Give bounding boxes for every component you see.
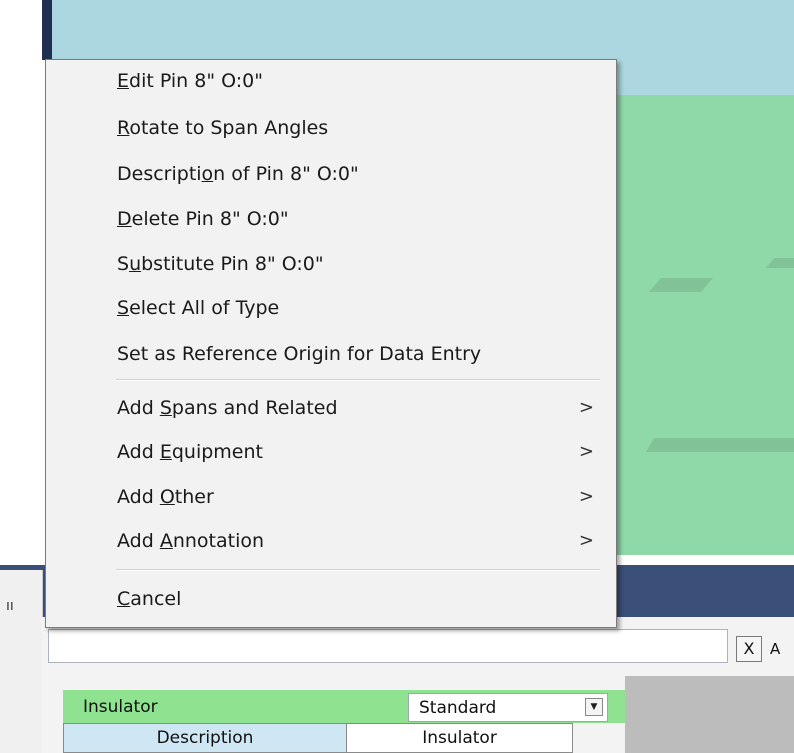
menu-item-label: Description of Pin 8" O:0" bbox=[117, 163, 359, 185]
menu-item-label: Rotate to Span Angles bbox=[117, 117, 329, 139]
menu-separator bbox=[116, 569, 600, 571]
mnemonic-letter: R bbox=[117, 117, 130, 139]
menu-item-label: Substitute Pin 8" O:0" bbox=[117, 253, 324, 275]
panel-tab-glyph: ıı bbox=[6, 598, 14, 614]
menu-item-label: Delete Pin 8" O:0" bbox=[117, 208, 289, 230]
dropdown-arrow-icon[interactable]: ▼ bbox=[585, 698, 603, 716]
chevron-right-icon: > bbox=[578, 486, 594, 507]
panel-left-tab[interactable]: ıı bbox=[0, 570, 43, 753]
view-frame-edge bbox=[42, 0, 52, 60]
menu-item-label: Select All of Type bbox=[117, 297, 280, 319]
property-select[interactable]: Standard ▼ bbox=[408, 693, 608, 722]
chevron-right-icon: > bbox=[578, 530, 594, 551]
menu-item-label: Add Other bbox=[117, 486, 214, 508]
menu-item-add-equipment[interactable]: Add Equipment > bbox=[46, 433, 616, 473]
property-label: Insulator bbox=[83, 697, 158, 717]
clear-side-text: A bbox=[770, 640, 781, 658]
mnemonic-letter: E bbox=[159, 441, 172, 463]
menu-item-label: Add Annotation bbox=[117, 530, 265, 552]
menu-item-edit[interactable]: Edit Pin 8" O:0" bbox=[46, 62, 616, 102]
search-input[interactable] bbox=[48, 629, 728, 663]
menu-item-delete[interactable]: Delete Pin 8" O:0" bbox=[46, 200, 616, 240]
mnemonic-letter: u bbox=[129, 253, 142, 275]
menu-item-add-annotation[interactable]: Add Annotation > bbox=[46, 522, 616, 562]
chevron-right-icon: > bbox=[578, 441, 594, 462]
menu-item-label: Cancel bbox=[117, 588, 182, 610]
grid-header-cell[interactable]: Insulator bbox=[346, 723, 573, 753]
mnemonic-letter: o bbox=[201, 163, 214, 185]
clear-button[interactable]: X bbox=[736, 636, 762, 662]
left-strip bbox=[0, 0, 42, 570]
grid-header: Description Insulator bbox=[63, 723, 625, 753]
menu-item-add-spans[interactable]: Add Spans and Related > bbox=[46, 389, 616, 429]
menu-item-set-reference[interactable]: Set as Reference Origin for Data Entry bbox=[46, 335, 616, 375]
preview-area bbox=[625, 676, 794, 753]
chevron-right-icon: > bbox=[578, 397, 594, 418]
menu-item-substitute[interactable]: Substitute Pin 8" O:0" bbox=[46, 245, 616, 285]
menu-item-label: Add Spans and Related bbox=[117, 397, 338, 419]
mnemonic-letter: C bbox=[117, 588, 131, 610]
mnemonic-letter: D bbox=[117, 208, 132, 230]
grid-header-cell[interactable]: Description bbox=[63, 723, 347, 753]
menu-item-label: Edit Pin 8" O:0" bbox=[117, 70, 263, 92]
mnemonic-letter: E bbox=[117, 70, 130, 92]
context-menu: Edit Pin 8" O:0" Rotate to Span Angles D… bbox=[45, 59, 617, 628]
ground-shadow bbox=[645, 438, 794, 452]
property-select-value: Standard bbox=[419, 698, 497, 718]
menu-separator bbox=[116, 379, 600, 381]
mnemonic-letter: S bbox=[159, 397, 172, 419]
mnemonic-letter: A bbox=[159, 530, 173, 552]
menu-item-add-other[interactable]: Add Other > bbox=[46, 478, 616, 518]
menu-item-rotate[interactable]: Rotate to Span Angles bbox=[46, 109, 616, 149]
menu-item-label: Add Equipment bbox=[117, 441, 263, 463]
mnemonic-letter: S bbox=[117, 297, 130, 319]
menu-item-select-all[interactable]: Select All of Type bbox=[46, 289, 616, 329]
menu-item-description[interactable]: Description of Pin 8" O:0" bbox=[46, 155, 616, 195]
menu-item-cancel[interactable]: Cancel bbox=[46, 580, 616, 620]
mnemonic-letter: O bbox=[159, 486, 175, 508]
menu-item-label: Set as Reference Origin for Data Entry bbox=[117, 343, 482, 365]
